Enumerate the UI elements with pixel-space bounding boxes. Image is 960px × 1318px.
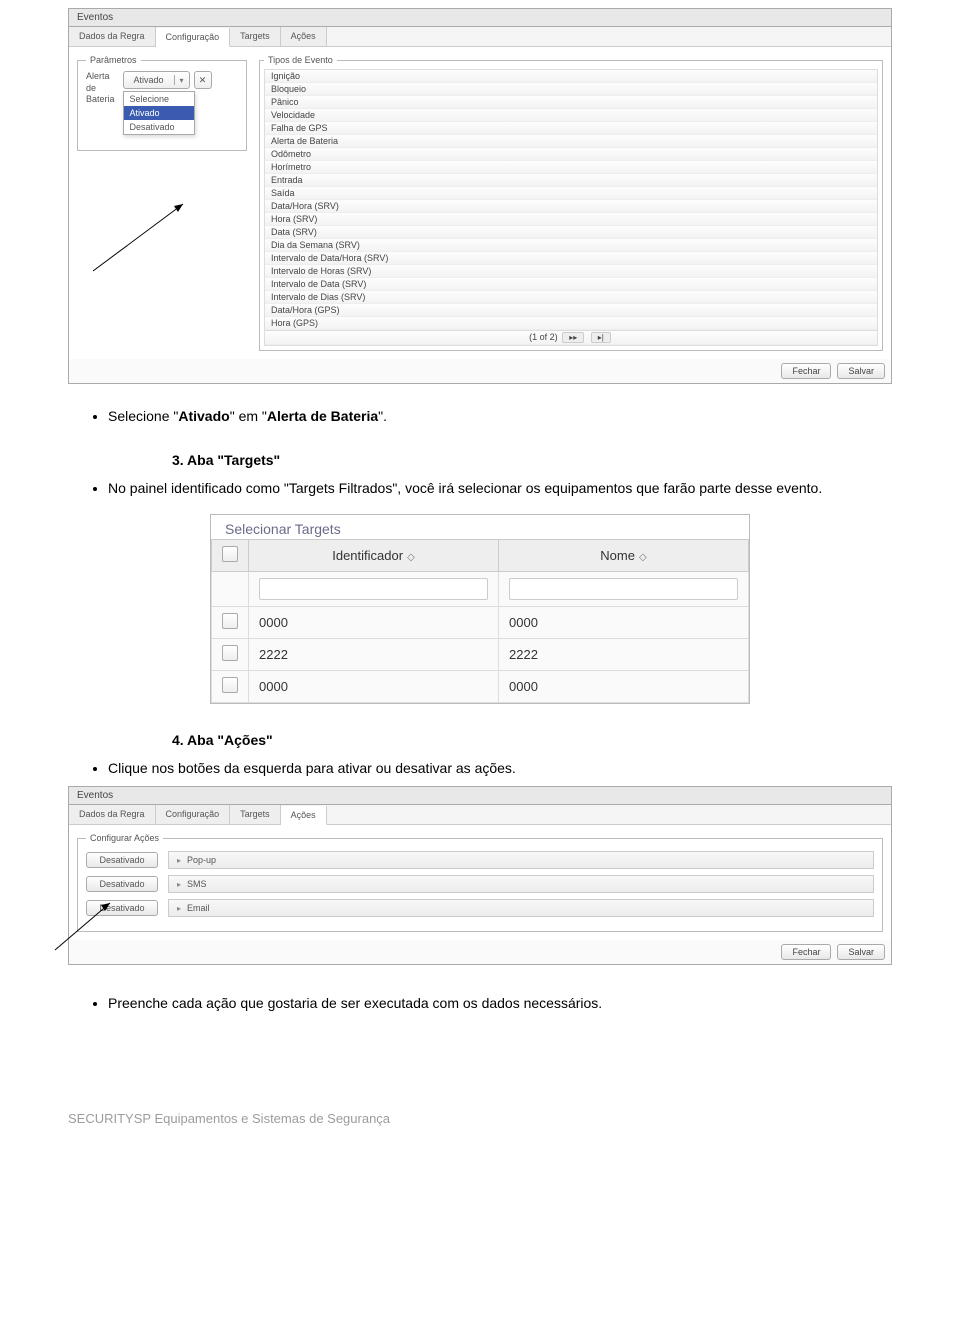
doc-bullet: No painel identificado como "Targets Fil… xyxy=(108,480,892,496)
event-row[interactable]: Saída xyxy=(265,187,877,200)
tab-dados-da-regra[interactable]: Dados da Regra xyxy=(69,27,156,46)
parametros-legend: Parâmetros xyxy=(86,55,141,65)
parametros-fieldset: Parâmetros Alerta de Bateria Ativado ▾ ✕ xyxy=(77,55,247,151)
sort-icon: ◇ xyxy=(639,552,647,563)
event-row[interactable]: Intervalo de Data/Hora (SRV) xyxy=(265,252,877,265)
event-row[interactable]: Horímetro xyxy=(265,161,877,174)
expand-icon: ▸ xyxy=(177,856,181,865)
filter-identificador[interactable] xyxy=(259,578,488,600)
event-row[interactable]: Intervalo de Dias (SRV) xyxy=(265,291,877,304)
expand-icon: ▸ xyxy=(177,880,181,889)
acao-bar[interactable]: ▸Email xyxy=(168,899,874,917)
targets-legend: Selecionar Targets xyxy=(211,515,749,539)
toggle-button[interactable]: Desativado xyxy=(86,876,158,892)
event-row[interactable]: Falha de GPS xyxy=(265,122,877,135)
event-row[interactable]: Entrada xyxy=(265,174,877,187)
tab-targets[interactable]: Targets xyxy=(230,805,281,824)
acao-row: Desativado ▸Pop-up xyxy=(86,851,874,869)
expand-icon: ▸ xyxy=(177,904,181,913)
checkbox[interactable] xyxy=(222,645,238,661)
table-row: 0000 0000 xyxy=(212,607,749,639)
ativado-dropdown[interactable]: Ativado ▾ xyxy=(123,71,190,89)
events-legend: Tipos de Evento xyxy=(264,55,337,65)
event-row[interactable]: Data/Hora (SRV) xyxy=(265,200,877,213)
save-button[interactable]: Salvar xyxy=(837,944,885,960)
panel-title: Eventos xyxy=(69,9,891,27)
tab-targets[interactable]: Targets xyxy=(230,27,281,46)
eventos-acoes-screenshot: Eventos Dados da Regra Configuração Targ… xyxy=(68,786,892,965)
chevron-down-icon: ▾ xyxy=(175,76,189,85)
table-row: 2222 2222 xyxy=(212,639,749,671)
event-row[interactable]: Ignição xyxy=(265,70,877,83)
event-row[interactable]: Data/Hora (GPS) xyxy=(265,304,877,317)
events-list: Ignição Bloqueio Pânico Velocidade Falha… xyxy=(264,69,878,346)
acao-bar[interactable]: ▸Pop-up xyxy=(168,851,874,869)
doc-bullet: Selecione "Ativado" em "Alerta de Bateri… xyxy=(108,408,892,424)
event-row[interactable]: Odômetro xyxy=(265,148,877,161)
targets-table: Identificador◇ Nome◇ 0000 0000 2222 2222… xyxy=(211,539,749,703)
panel-title: Eventos xyxy=(69,787,891,805)
event-row[interactable]: Pânico xyxy=(265,96,877,109)
acoes-legend: Configurar Ações xyxy=(86,833,163,843)
filter-nome[interactable] xyxy=(509,578,738,600)
checkbox[interactable] xyxy=(222,546,238,562)
event-row[interactable]: Intervalo de Data (SRV) xyxy=(265,278,877,291)
checkbox[interactable] xyxy=(222,613,238,629)
configurar-acoes-fieldset: Configurar Ações Desativado ▸Pop-up Desa… xyxy=(77,833,883,932)
param-label: Alerta de Bateria xyxy=(86,71,115,106)
dropdown-option[interactable]: Desativado xyxy=(124,120,194,134)
button-row: Fechar Salvar xyxy=(69,359,891,383)
event-row[interactable]: Velocidade xyxy=(265,109,877,122)
event-row[interactable]: Dia da Semana (SRV) xyxy=(265,239,877,252)
tab-configuracao[interactable]: Configuração xyxy=(156,805,231,824)
tab-dados-da-regra[interactable]: Dados da Regra xyxy=(69,805,156,824)
dropdown-option[interactable]: Ativado xyxy=(124,106,194,120)
event-row[interactable]: Hora (GPS) xyxy=(265,317,877,330)
select-all-header xyxy=(212,540,249,572)
dropdown-list: Selecione Ativado Desativado xyxy=(123,91,195,135)
acao-row: Desativado ▸SMS xyxy=(86,875,874,893)
pager-last-button[interactable]: ▸| xyxy=(591,332,611,343)
section-heading-4: 4. Aba "Ações" xyxy=(172,732,892,748)
event-row[interactable]: Data (SRV) xyxy=(265,226,877,239)
event-row[interactable]: Alerta de Bateria xyxy=(265,135,877,148)
event-row[interactable]: Intervalo de Horas (SRV) xyxy=(265,265,877,278)
dropdown-option[interactable]: Selecione xyxy=(124,92,194,106)
tabbar: Dados da Regra Configuração Targets Açõe… xyxy=(69,805,891,825)
col-nome[interactable]: Nome◇ xyxy=(499,540,749,572)
section-heading-3: 3. Aba "Targets" xyxy=(172,452,892,468)
clear-button[interactable]: ✕ xyxy=(194,71,212,89)
table-row: 0000 0000 xyxy=(212,671,749,703)
sort-icon: ◇ xyxy=(407,552,415,563)
tipos-de-evento-fieldset: Tipos de Evento Ignição Bloqueio Pânico … xyxy=(259,55,883,351)
toggle-button[interactable]: Desativado xyxy=(86,852,158,868)
doc-bullet: Preenche cada ação que gostaria de ser e… xyxy=(108,995,892,1011)
pager-next-button[interactable]: ▸▸ xyxy=(562,332,584,343)
save-button[interactable]: Salvar xyxy=(837,363,885,379)
tab-configuracao[interactable]: Configuração xyxy=(156,28,231,47)
event-row[interactable]: Hora (SRV) xyxy=(265,213,877,226)
close-button[interactable]: Fechar xyxy=(781,944,831,960)
acao-bar[interactable]: ▸SMS xyxy=(168,875,874,893)
checkbox[interactable] xyxy=(222,677,238,693)
acao-row: Desativado ▸Email xyxy=(86,899,874,917)
close-button[interactable]: Fechar xyxy=(781,363,831,379)
page-footer: SECURITYSP Equipamentos e Sistemas de Se… xyxy=(68,1111,892,1126)
button-row: Fechar Salvar xyxy=(69,940,891,964)
pager: (1 of 2) ▸▸ ▸| xyxy=(265,330,877,345)
col-identificador[interactable]: Identificador◇ xyxy=(249,540,499,572)
doc-bullet: Clique nos botões da esquerda para ativa… xyxy=(108,760,892,776)
selecionar-targets-screenshot: Selecionar Targets Identificador◇ Nome◇ … xyxy=(210,514,750,704)
event-row[interactable]: Bloqueio xyxy=(265,83,877,96)
tabbar: Dados da Regra Configuração Targets Açõe… xyxy=(69,27,891,47)
tab-acoes[interactable]: Ações xyxy=(281,806,327,825)
tab-acoes[interactable]: Ações xyxy=(281,27,327,46)
